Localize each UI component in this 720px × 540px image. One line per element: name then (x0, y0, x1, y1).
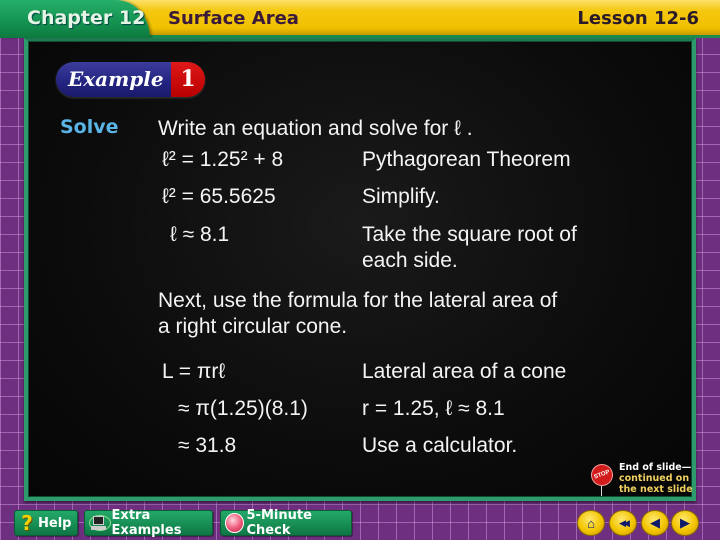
equation-2-note: Simplify. (362, 185, 440, 208)
example-number: 1 (171, 62, 205, 97)
chapter-tab: Chapter 12 (0, 0, 150, 38)
equation-3: ℓ ≈ 8.1 (170, 223, 230, 246)
intro-text: Write an equation and solve for ℓ . (158, 117, 473, 140)
computer-icon (89, 515, 111, 531)
next-slide-button[interactable]: ▶ (671, 510, 699, 536)
cone-substitution-note: r = 1.25, ℓ ≈ 8.1 (362, 397, 505, 420)
five-minute-check-label: 5-Minute Check (246, 508, 312, 538)
previous-icon: ◀ (650, 515, 660, 530)
help-button[interactable]: ? Help (14, 510, 78, 536)
lesson-label: Lesson 12-6 (577, 8, 699, 29)
equation-1-note: Pythagorean Theorem (362, 148, 571, 171)
cone-formula-note: Lateral area of a cone (362, 360, 567, 383)
cone-formula: L = πrℓ (162, 360, 226, 383)
rewind-button[interactable]: ◀◀ (609, 510, 637, 536)
stop-sign-post (601, 486, 602, 496)
rewind-icon: ◀◀ (619, 517, 630, 528)
end-note-line1: End of slide— (619, 462, 692, 473)
previous-slide-button[interactable]: ◀ (641, 510, 669, 536)
extra-examples-label: Extra Examples (111, 508, 182, 538)
equation-3-note-line1: Take the square root of (362, 223, 577, 246)
header-bar: Chapter 12 Surface Area Lesson 12-6 (0, 0, 720, 38)
cone-result-note: Use a calculator. (362, 434, 518, 457)
end-note-line3: the next slide (619, 484, 693, 495)
equation-3-note-line2: each side. (362, 249, 458, 272)
stop-sign-icon: STOP (587, 460, 617, 490)
next-text-line1: Next, use the formula for the lateral ar… (158, 289, 558, 312)
five-minute-check-button[interactable]: 5-Minute Check (220, 508, 352, 538)
home-button[interactable]: ⌂ (577, 510, 605, 536)
end-note-line2: continued on (619, 473, 690, 484)
extra-examples-button[interactable]: Extra Examples (84, 508, 213, 538)
help-label: Help (38, 515, 72, 531)
equation-1: ℓ² = 1.25² + 8 (162, 148, 284, 171)
home-icon: ⌂ (587, 515, 595, 531)
next-text-line2: a right circular cone. (158, 315, 348, 338)
next-icon: ▶ (680, 515, 690, 530)
slide-panel: Example 1 Solve Write an equation and so… (24, 38, 696, 501)
example-label: Example (56, 62, 171, 97)
question-mark-icon: ? (21, 511, 33, 535)
cone-substitution: ≈ π(1.25)(8.1) (178, 397, 308, 420)
example-badge: Example 1 (56, 62, 205, 97)
timer-icon (225, 513, 244, 533)
chapter-label: Chapter 12 (27, 7, 146, 29)
equation-2: ℓ² = 65.5625 (162, 185, 276, 208)
section-title: Surface Area (168, 8, 299, 29)
solve-label: Solve (60, 116, 119, 138)
end-of-slide-note: STOP End of slide— continued on the next… (587, 460, 701, 500)
cone-result: ≈ 31.8 (178, 434, 237, 457)
